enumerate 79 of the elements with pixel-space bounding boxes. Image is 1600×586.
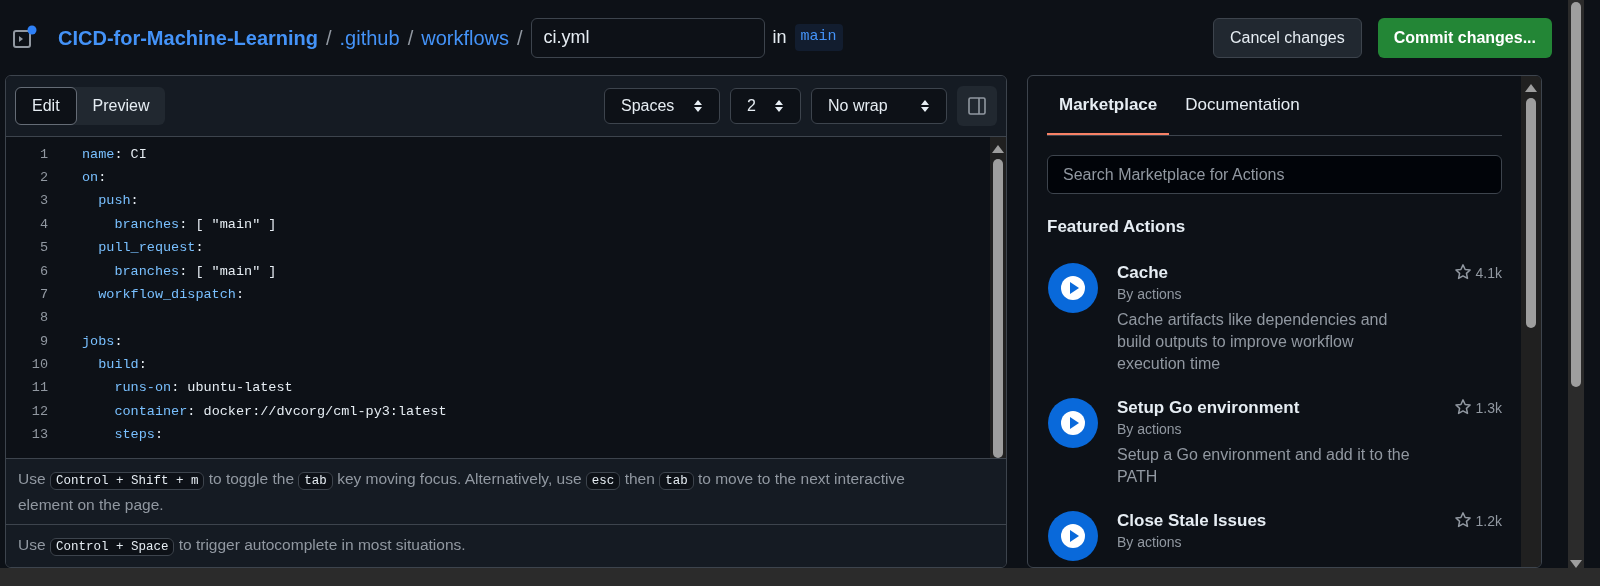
- editor-scrollbar[interactable]: [990, 137, 1006, 458]
- repo-link[interactable]: CICD-for-Machine-Learning: [58, 22, 318, 53]
- bottom-scrollbar[interactable]: [0, 568, 1600, 586]
- sidebar-tab[interactable]: Documentation: [1173, 76, 1312, 135]
- editor-tab[interactable]: Edit: [15, 87, 77, 125]
- sort-arrows-icon: [920, 99, 930, 113]
- sidebar-tab[interactable]: Marketplace: [1047, 76, 1170, 135]
- sidebar-scrollbar[interactable]: [1521, 76, 1541, 567]
- star-icon: [1453, 510, 1472, 529]
- code-line: steps:: [113, 426, 164, 445]
- in-label: in: [772, 26, 787, 49]
- action-author: By actions: [1117, 419, 1183, 439]
- play-icon: [1047, 396, 1099, 449]
- panel-icon: [967, 96, 987, 116]
- action-title[interactable]: Setup Go environment: [1117, 396, 1428, 419]
- line-number: 8: [38, 309, 48, 328]
- keyboard-hint: Use Control + Space to trigger autocomplete in most situations.: [18, 535, 467, 558]
- line-number: 3: [38, 192, 48, 211]
- star-count: 1.2k: [1475, 511, 1502, 531]
- code-line: jobs:: [82, 332, 123, 351]
- code-line: runs-on: ubuntu-latest: [113, 379, 293, 398]
- star-icon: [1453, 262, 1472, 281]
- line-number: 13: [30, 426, 48, 445]
- star-count: 1.3k: [1475, 398, 1502, 418]
- code-line: pull_request:: [97, 239, 204, 258]
- scroll-up-icon[interactable]: [1525, 84, 1537, 92]
- action-author: By actions: [1117, 532, 1183, 552]
- select-dropdown[interactable]: 2: [730, 88, 801, 124]
- code-line: workflow_dispatch:: [97, 285, 245, 304]
- path-separator: /: [407, 25, 414, 51]
- folder-link[interactable]: .github: [339, 22, 400, 53]
- star-count: 4.1k: [1475, 263, 1502, 283]
- editor-tab[interactable]: Preview: [76, 87, 166, 125]
- path-separator: /: [517, 25, 523, 51]
- action-title[interactable]: Close Stale Issues: [1117, 509, 1428, 532]
- action-description: Cache artifacts like dependencies and build outputs to improve workflow execution time: [1117, 309, 1389, 374]
- code-line: branches: [ "main" ]: [113, 215, 277, 234]
- page-scrollbar[interactable]: [1568, 0, 1584, 568]
- select-dropdown[interactable]: Spaces: [604, 88, 720, 124]
- line-number: 2: [38, 168, 48, 187]
- action-author: By actions: [1117, 284, 1183, 304]
- line-number: 1: [38, 145, 48, 164]
- side-panel-button[interactable]: [957, 86, 997, 126]
- select-dropdown[interactable]: No wrap: [811, 88, 947, 124]
- code-line: build:: [97, 356, 147, 375]
- search-field[interactable]: Search Marketplace for Actions: [1047, 155, 1502, 194]
- line-number: 11: [30, 379, 48, 398]
- sort-arrows-icon: [693, 99, 703, 113]
- code-line: push:: [97, 192, 139, 211]
- line-number: 9: [38, 332, 48, 351]
- scrollbar-thumb[interactable]: [1571, 2, 1581, 387]
- line-number: 6: [38, 262, 48, 281]
- star-icon: [1453, 397, 1472, 416]
- filename-field[interactable]: ci.yml: [530, 17, 765, 58]
- action-description: Setup a Go environment and add it to the PATH: [1117, 444, 1411, 487]
- code-line: container: docker://dvcorg/cml-py3:latest: [113, 402, 447, 421]
- line-number: 5: [38, 239, 48, 258]
- scrollbar-thumb[interactable]: [993, 159, 1003, 458]
- section-heading: Featured Actions: [1047, 216, 1187, 238]
- code-line: branches: [ "main" ]: [113, 262, 277, 281]
- sidebar-toggle-icon[interactable]: [12, 24, 38, 51]
- code-line: on:: [82, 168, 107, 187]
- line-number: 4: [38, 215, 48, 234]
- scrollbar-thumb[interactable]: [1526, 98, 1536, 328]
- scroll-up-icon[interactable]: [992, 145, 1004, 153]
- path-separator: /: [326, 25, 332, 51]
- play-icon: [1047, 509, 1099, 562]
- branch-label: main: [794, 24, 843, 51]
- folder-link[interactable]: workflows: [421, 22, 509, 53]
- line-number: 7: [38, 285, 48, 304]
- sort-arrows-icon: [774, 99, 784, 113]
- keyboard-hint: Use Control + Shift + m to toggle the tab key moving focus. Alternatively, use esc then tab to move to the next interactive element on the page.: [18, 469, 906, 515]
- code-line: name: CI: [82, 145, 147, 164]
- cancel-button[interactable]: Cancel changes: [1213, 17, 1362, 58]
- commit-button[interactable]: Commit changes...: [1377, 17, 1552, 58]
- line-number: 12: [30, 402, 48, 421]
- line-number: 10: [30, 356, 48, 375]
- action-title[interactable]: Cache: [1117, 261, 1428, 284]
- play-icon: [1047, 261, 1099, 314]
